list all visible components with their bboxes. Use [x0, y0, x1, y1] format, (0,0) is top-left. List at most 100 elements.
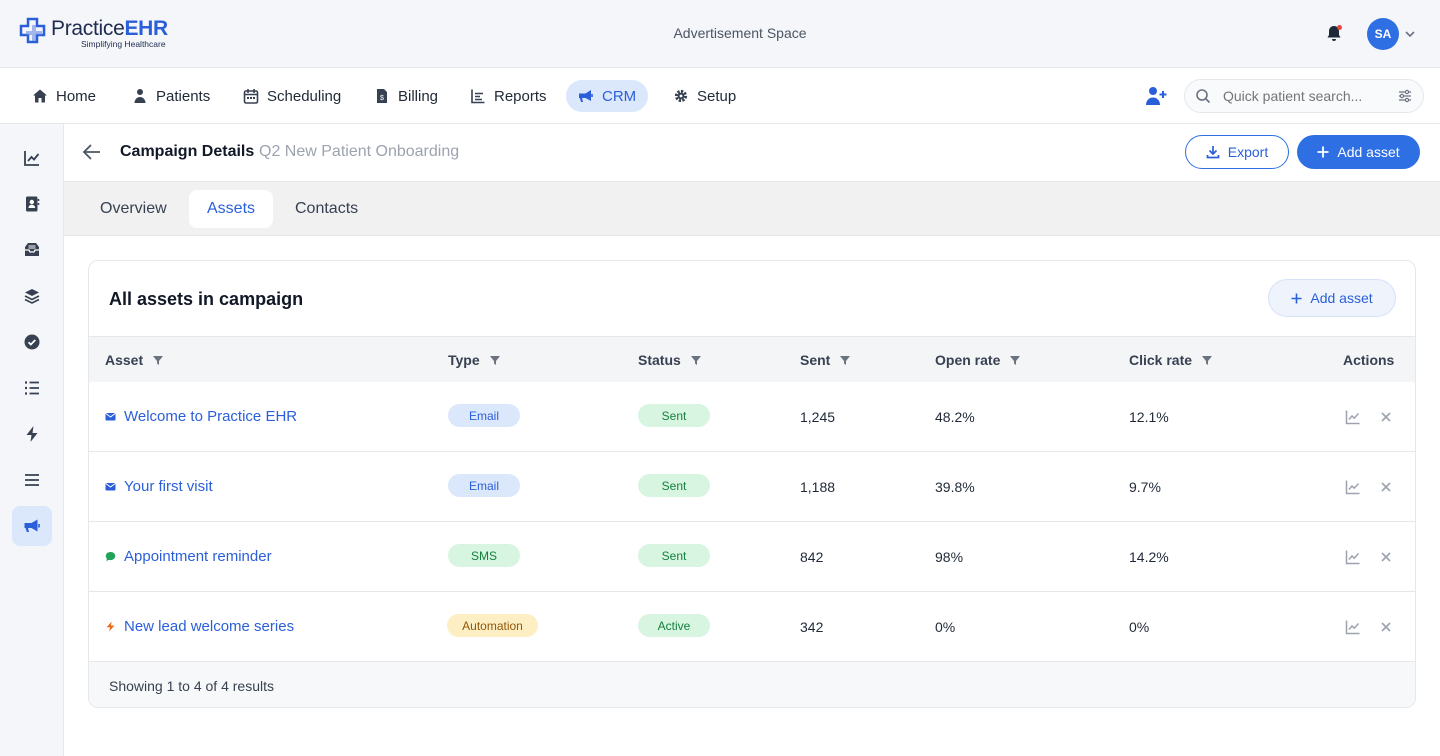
asset-link[interactable]: New lead welcome series	[105, 618, 294, 635]
filter-sliders-icon[interactable]	[1397, 88, 1413, 104]
tab-bar: Overview Assets Contacts	[64, 181, 1440, 236]
click-rate: 14.2%	[1129, 549, 1169, 565]
column-asset[interactable]: Asset	[105, 352, 164, 368]
home-icon	[33, 89, 47, 103]
sent-count: 842	[800, 549, 824, 565]
close-icon	[1381, 482, 1391, 492]
layers-icon	[24, 289, 40, 304]
plus-icon	[1317, 146, 1329, 158]
nav-item-billing[interactable]: $ Billing	[362, 80, 450, 112]
open-rate: 39.8%	[935, 479, 975, 495]
sidebar-item-layers[interactable]	[12, 276, 52, 316]
nav-item-patients[interactable]: Patients	[120, 80, 222, 112]
sent-count: 342	[800, 619, 824, 635]
check-circle-icon	[24, 334, 40, 350]
column-type[interactable]: Type	[448, 352, 500, 368]
add-patient-icon[interactable]	[1145, 86, 1167, 106]
column-sent[interactable]: Sent	[800, 352, 851, 368]
contact-book-icon	[26, 196, 40, 212]
status-badge: Sent	[638, 404, 710, 427]
nav-item-scheduling[interactable]: Scheduling	[231, 80, 353, 112]
nav-label: Patients	[156, 87, 211, 105]
practice-ehr-logo[interactable]: PracticeEHR Simplifying Healthcare	[18, 16, 168, 50]
tab-contacts[interactable]: Contacts	[277, 190, 376, 228]
reports-icon	[471, 89, 485, 104]
search-input[interactable]	[1223, 88, 1393, 104]
asset-name: New lead welcome series	[124, 618, 295, 635]
sidebar	[0, 124, 64, 756]
nav-item-home[interactable]: Home	[20, 80, 108, 112]
tab-overview[interactable]: Overview	[82, 190, 185, 228]
card-add-asset-button[interactable]: Add asset	[1268, 279, 1396, 317]
chart-line-icon	[1345, 550, 1360, 565]
sidebar-item-tasks[interactable]	[12, 322, 52, 362]
nav-label: Setup	[697, 87, 737, 105]
sidebar-item-campaigns[interactable]	[12, 506, 52, 546]
chart-line-icon	[1345, 480, 1360, 495]
asset-link[interactable]: Appointment reminder	[105, 548, 272, 565]
back-arrow-icon[interactable]	[82, 143, 102, 161]
remove-asset-button[interactable]	[1378, 479, 1394, 495]
filter-icon[interactable]	[690, 355, 701, 365]
remove-asset-button[interactable]	[1378, 409, 1394, 425]
list-icon	[25, 381, 39, 395]
asset-link[interactable]: Welcome to Practice EHR	[105, 408, 297, 425]
filter-icon[interactable]	[489, 355, 500, 365]
notification-dot	[1337, 25, 1342, 30]
filter-icon[interactable]	[840, 355, 851, 365]
view-stats-button[interactable]	[1345, 619, 1361, 635]
patient-search[interactable]	[1184, 79, 1424, 113]
plus-icon	[1291, 293, 1302, 303]
view-stats-button[interactable]	[1345, 479, 1361, 495]
logo-accent-text: EHR	[124, 16, 168, 40]
tab-assets[interactable]: Assets	[189, 190, 274, 228]
download-icon	[1206, 146, 1220, 159]
add-asset-button[interactable]: Add asset	[1297, 135, 1420, 169]
sidebar-item-automations[interactable]	[12, 414, 52, 454]
bolt-icon	[26, 426, 38, 442]
remove-asset-button[interactable]	[1378, 549, 1394, 565]
sidebar-item-lists[interactable]	[12, 368, 52, 408]
chevron-down-icon[interactable]	[1404, 28, 1416, 40]
sidebar-item-analytics[interactable]	[12, 138, 52, 178]
column-label: Sent	[800, 352, 831, 368]
column-open-rate[interactable]: Open rate	[935, 352, 1021, 368]
sidebar-item-menu[interactable]	[12, 460, 52, 500]
avatar[interactable]: SA	[1367, 18, 1399, 50]
view-stats-button[interactable]	[1345, 549, 1361, 565]
nav-label: CRM	[602, 87, 637, 105]
nav-item-setup[interactable]: Setup	[661, 80, 748, 112]
menu-icon	[25, 474, 39, 486]
open-rate: 0%	[935, 619, 956, 635]
search-icon	[1196, 89, 1211, 104]
column-status[interactable]: Status	[638, 352, 701, 368]
megaphone-icon	[24, 519, 40, 532]
main-nav: Home Patients Scheduling $ Billing Repor…	[0, 68, 1440, 124]
sidebar-item-inbox[interactable]	[12, 230, 52, 270]
column-label: Asset	[105, 352, 144, 368]
asset-link[interactable]: Your first visit	[105, 478, 213, 495]
status-badge: Sent	[638, 474, 710, 497]
filter-icon[interactable]	[1202, 355, 1213, 365]
export-button[interactable]: Export	[1185, 135, 1289, 169]
assets-card: All assets in campaign Add asset Asset T…	[88, 260, 1416, 708]
card-title: All assets in campaign	[109, 289, 304, 309]
nav-item-crm[interactable]: CRM	[566, 80, 649, 112]
campaign-name: Q2 New Patient Onboarding	[259, 143, 460, 160]
nav-item-reports[interactable]: Reports	[458, 80, 559, 112]
filter-icon[interactable]	[153, 355, 164, 365]
patients-icon	[134, 89, 146, 103]
column-label: Click rate	[1129, 352, 1193, 368]
column-click-rate[interactable]: Click rate	[1129, 352, 1213, 368]
megaphone-icon	[579, 90, 593, 102]
view-stats-button[interactable]	[1345, 409, 1361, 425]
filter-icon[interactable]	[1010, 355, 1021, 365]
sidebar-item-contacts[interactable]	[12, 184, 52, 224]
remove-asset-button[interactable]	[1378, 619, 1394, 635]
chart-line-icon	[1345, 410, 1360, 425]
page-title: Campaign Details	[120, 143, 255, 160]
column-label: Type	[448, 352, 480, 368]
table-footer: Showing 1 to 4 of 4 results	[89, 662, 1415, 707]
column-label: Status	[638, 352, 681, 368]
nav-label: Home	[56, 87, 97, 105]
